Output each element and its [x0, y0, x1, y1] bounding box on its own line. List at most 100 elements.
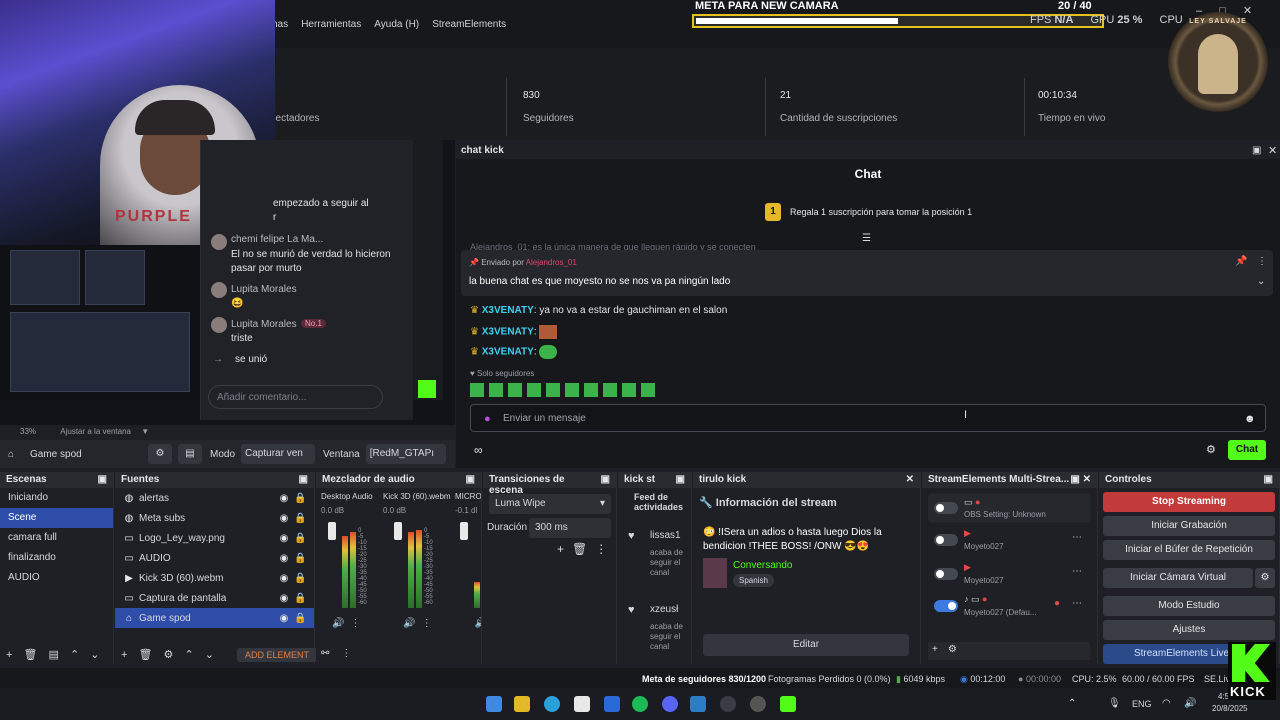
obs-icon[interactable]	[720, 696, 736, 712]
pinned-message[interactable]: 📌 Enviado por Alejandros_01 la buena cha…	[461, 250, 1273, 296]
chevron-down-icon[interactable]: ⌄	[205, 649, 214, 661]
scene-item[interactable]: Iniciando	[0, 488, 113, 508]
eye-icon[interactable]: ◉	[278, 573, 290, 584]
spotify-icon[interactable]	[632, 696, 648, 712]
add-element-button[interactable]: ADD ELEMENT	[237, 648, 318, 662]
chevron-up-icon[interactable]: ⌃	[70, 649, 79, 661]
virtual-camera-button[interactable]: Iniciar Cámara Virtual	[1103, 568, 1253, 588]
toggle-switch[interactable]	[934, 600, 958, 612]
menu-item-herramientas[interactable]: Herramientas	[301, 19, 361, 30]
chevron-up-icon[interactable]: ⌃	[1068, 698, 1076, 709]
infinity-icon[interactable]: ∞	[474, 443, 483, 457]
more-icon[interactable]: ⋮	[595, 542, 607, 556]
volume-fader[interactable]	[460, 522, 468, 540]
undock-icon[interactable]: ▣	[601, 474, 610, 486]
vscode-icon[interactable]	[690, 696, 706, 712]
speaker-icon[interactable]: 🔊	[332, 618, 344, 629]
discord-icon[interactable]	[662, 696, 678, 712]
source-item-selected[interactable]: ⌂ Game spod ◉ 🔒	[115, 608, 314, 628]
fit-to-window[interactable]: Ajustar a la ventana	[60, 427, 131, 436]
add-icon[interactable]: +	[557, 542, 564, 556]
chevron-down-icon[interactable]: ⌄	[90, 649, 99, 661]
source-item[interactable]: ▭ Captura de pantalla ◉ 🔒	[115, 588, 314, 608]
zoom-value[interactable]: 33%	[20, 427, 36, 436]
chevron-down-icon[interactable]: ⌄	[1257, 276, 1265, 287]
filter-lines-icon[interactable]: ☰	[862, 233, 871, 244]
stop-streaming-button[interactable]: Stop Streaming	[1103, 492, 1275, 512]
start-recording-button[interactable]: Iniciar Grabación	[1103, 516, 1275, 536]
language-indicator[interactable]: ENG	[1132, 699, 1152, 709]
gear-icon[interactable]: ⚙	[948, 644, 957, 655]
chevron-up-icon[interactable]: ⌃	[184, 649, 193, 661]
lock-icon[interactable]: 🔒	[294, 573, 306, 584]
media-icon[interactable]	[750, 696, 766, 712]
undock-icon[interactable]: ▣	[299, 474, 308, 486]
volume-fader[interactable]	[394, 522, 402, 540]
close-icon[interactable]: ✕	[906, 474, 914, 486]
undock-icon[interactable]: ▣	[676, 474, 685, 486]
more-icon[interactable]: ⋯	[1072, 532, 1082, 543]
close-icon[interactable]: ✕	[1243, 5, 1252, 17]
lock-icon[interactable]: 🔒	[294, 613, 306, 624]
stream-category[interactable]: Conversando	[733, 560, 792, 571]
chat-user[interactable]: X3VENATY	[482, 327, 534, 338]
speaker-icon[interactable]: 🔊	[403, 618, 415, 629]
chevron-down-icon[interactable]: ▼	[141, 427, 149, 436]
undock-icon[interactable]: ▣	[1070, 474, 1079, 485]
send-chat-button[interactable]: Chat	[1228, 440, 1266, 460]
comment-input[interactable]: Añadir comentario...	[208, 385, 383, 409]
gear-icon[interactable]: ⚙	[1206, 443, 1216, 456]
mode-select[interactable]: Capturar ven	[241, 444, 316, 464]
source-item[interactable]: ▭ Logo_Ley_way.png ◉ 🔒	[115, 528, 314, 548]
more-icon[interactable]: ⋯	[1072, 598, 1082, 609]
source-item[interactable]: ▭ AUDIO ◉ 🔒	[115, 548, 314, 568]
outlook-icon[interactable]	[604, 696, 620, 712]
more-icon[interactable]: ⋮	[1257, 256, 1267, 267]
trash-icon[interactable]: 🗑	[139, 649, 153, 661]
menu-item-ayuda[interactable]: Ayuda (H)	[374, 19, 419, 30]
source-item[interactable]: ▶ Kick 3D (60).webm ◉ 🔒	[115, 568, 314, 588]
chat-user[interactable]: X3VENATY	[482, 305, 534, 316]
chat-message-input[interactable]: Enviar un mensaje	[470, 404, 1266, 432]
lock-icon[interactable]: 🔒	[294, 513, 306, 524]
eye-icon[interactable]: ◉	[278, 533, 290, 544]
gear-icon[interactable]: ⚙	[164, 649, 174, 661]
clock-date[interactable]: 20/8/2025	[1212, 704, 1248, 713]
transition-select[interactable]: Luma Wipe ▾	[489, 494, 611, 514]
file-explorer-icon[interactable]	[514, 696, 530, 712]
add-icon[interactable]: +	[932, 644, 938, 655]
close-icon[interactable]: ✕	[1268, 144, 1277, 157]
speaker-icon[interactable]: 🔊	[474, 618, 481, 629]
lock-icon[interactable]: 🔒	[294, 593, 306, 604]
add-icon[interactable]: +	[6, 649, 12, 661]
duration-input[interactable]: 300 ms	[529, 518, 611, 538]
undock-icon[interactable]: ▣	[1264, 474, 1273, 486]
gear-icon[interactable]: ⚙	[148, 444, 172, 464]
add-icon[interactable]: +	[121, 649, 127, 661]
edit-button[interactable]: Editar	[703, 634, 909, 656]
volume-fader[interactable]	[328, 522, 336, 540]
emoji-icon[interactable]: ☻	[1244, 413, 1256, 425]
link-icon[interactable]: ⚯	[321, 648, 329, 659]
settings-button[interactable]: Ajustes	[1103, 620, 1275, 640]
scene-item[interactable]: finalizando	[0, 548, 113, 568]
filter-icon[interactable]: ▤	[178, 444, 202, 464]
source-item[interactable]: ◍ alertas ◉ 🔒	[115, 488, 314, 508]
pin-icon[interactable]: 📌	[1235, 256, 1247, 267]
lock-icon[interactable]: 🔒	[294, 553, 306, 564]
menu-item-streamelements[interactable]: StreamElements	[432, 19, 506, 30]
scene-item[interactable]: camara full	[0, 528, 113, 548]
emote-row[interactable]	[470, 383, 660, 397]
filter-icon[interactable]: ▤	[49, 649, 59, 661]
lock-icon[interactable]: 🔒	[294, 493, 306, 504]
trash-icon[interactable]: 🗑	[572, 542, 587, 556]
chat-user[interactable]: X3VENATY	[482, 347, 534, 358]
speaker-icon[interactable]: 🔊	[1184, 698, 1196, 709]
studio-mode-button[interactable]: Modo Estudio	[1103, 596, 1275, 616]
microphone-icon[interactable]: 🎙	[1108, 698, 1121, 709]
toggle-switch[interactable]	[934, 502, 958, 514]
windows-start-icon[interactable]	[486, 696, 502, 712]
more-icon[interactable]: ⋮	[350, 618, 360, 629]
gear-icon[interactable]: ⚙	[1255, 568, 1275, 588]
lock-icon[interactable]: 🔒	[294, 533, 306, 544]
